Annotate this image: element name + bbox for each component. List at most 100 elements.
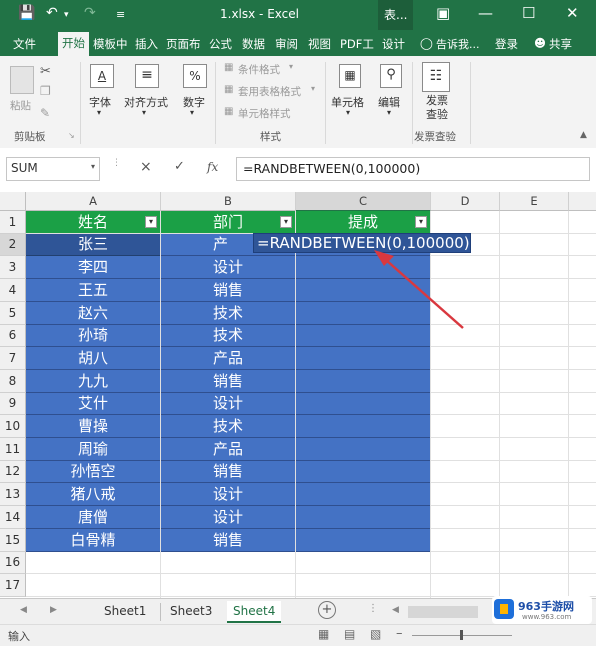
- invoice-check-button[interactable]: 发票查验: [424, 94, 450, 122]
- percent-icon[interactable]: %: [183, 64, 207, 88]
- formula-input[interactable]: =RANDBETWEEN(0,100000): [236, 157, 590, 181]
- name-cell[interactable]: 李四: [26, 256, 160, 279]
- name-cell[interactable]: 白骨精: [26, 529, 160, 552]
- share-button[interactable]: 共享: [549, 36, 572, 52]
- header-commission-cell[interactable]: 提成: [296, 211, 430, 233]
- cell-style-button[interactable]: 单元格样式: [238, 106, 291, 121]
- commission-cell[interactable]: [296, 415, 430, 438]
- login-link[interactable]: 登录: [495, 36, 518, 52]
- department-cell[interactable]: 设计: [161, 483, 295, 506]
- sheet-tab-sheet4[interactable]: Sheet4: [227, 601, 282, 623]
- tab-file[interactable]: 文件: [13, 36, 36, 52]
- save-icon[interactable]: 💾: [18, 5, 35, 21]
- ribbon-display-icon[interactable]: ▣: [436, 4, 450, 22]
- department-cell[interactable]: 产品: [161, 438, 295, 461]
- close-icon[interactable]: ✕: [566, 4, 579, 22]
- clipboard-launcher-icon[interactable]: ↘: [68, 131, 75, 140]
- name-cell[interactable]: 胡八: [26, 347, 160, 370]
- edit-dropdown-icon[interactable]: ▾: [387, 108, 391, 117]
- conditional-format-dropdown-icon[interactable]: ▾: [289, 62, 293, 71]
- tab-insert[interactable]: 插入: [135, 36, 158, 52]
- undo-dropdown-icon[interactable]: ▾: [64, 10, 69, 20]
- paste-button[interactable]: 粘贴: [10, 98, 31, 113]
- department-cell[interactable]: 设计: [161, 393, 295, 415]
- conditional-format-icon[interactable]: ▦: [224, 62, 233, 73]
- row-header[interactable]: 16: [0, 552, 26, 574]
- cell-style-icon[interactable]: ▦: [224, 106, 233, 117]
- filter-dropdown-icon[interactable]: ▾: [280, 216, 292, 228]
- department-cell[interactable]: 设计: [161, 256, 295, 279]
- row-header[interactable]: 12: [0, 461, 26, 483]
- row-header[interactable]: 13: [0, 483, 26, 506]
- undo-icon[interactable]: ↶: [46, 5, 58, 21]
- name-cell[interactable]: 赵六: [26, 302, 160, 325]
- header-name-cell[interactable]: 姓名: [26, 211, 160, 233]
- name-cell[interactable]: 曹操: [26, 415, 160, 438]
- row-header[interactable]: 10: [0, 415, 26, 438]
- column-header-d[interactable]: D: [431, 192, 500, 211]
- department-cell[interactable]: 销售: [161, 279, 295, 302]
- name-cell[interactable]: 孙悟空: [26, 461, 160, 483]
- cells-icon[interactable]: ▦: [339, 64, 361, 88]
- row-header[interactable]: 6: [0, 325, 26, 347]
- commission-cell[interactable]: [296, 529, 430, 552]
- row-header[interactable]: 5: [0, 302, 26, 325]
- format-painter-icon[interactable]: ✎: [40, 106, 50, 120]
- tell-me-box[interactable]: 告诉我...: [436, 36, 480, 52]
- align-dropdown-icon[interactable]: ▾: [142, 108, 146, 117]
- font-dropdown-icon[interactable]: ▾: [97, 108, 101, 117]
- tab-home[interactable]: 开始: [58, 32, 89, 56]
- column-header-a[interactable]: A: [26, 192, 161, 211]
- zoom-slider-thumb[interactable]: [460, 630, 463, 640]
- row-header[interactable]: 4: [0, 279, 26, 302]
- name-cell[interactable]: 唐僧: [26, 506, 160, 529]
- row-header[interactable]: 14: [0, 506, 26, 529]
- name-cell[interactable]: 猪八戒: [26, 483, 160, 506]
- page-break-view-icon[interactable]: ▧: [370, 627, 381, 641]
- customize-icon[interactable]: ≡: [116, 8, 125, 21]
- enter-button[interactable]: ✓: [174, 159, 185, 174]
- filter-dropdown-icon[interactable]: ▾: [145, 216, 157, 228]
- name-cell[interactable]: 九九: [26, 370, 160, 393]
- row-header[interactable]: 17: [0, 574, 26, 597]
- commission-cell[interactable]: [296, 438, 430, 461]
- maximize-icon[interactable]: ☐: [522, 4, 535, 22]
- cells-dropdown-icon[interactable]: ▾: [346, 108, 350, 117]
- department-cell[interactable]: 产品: [161, 347, 295, 370]
- page-layout-view-icon[interactable]: ▤: [344, 627, 355, 641]
- insert-function-button[interactable]: fx: [207, 160, 218, 174]
- zoom-out-icon[interactable]: –: [396, 626, 403, 641]
- share-icon[interactable]: ☻: [534, 36, 546, 50]
- commission-cell[interactable]: [296, 370, 430, 393]
- name-cell[interactable]: 周瑜: [26, 438, 160, 461]
- paste-icon[interactable]: [10, 66, 34, 94]
- find-icon[interactable]: ⚲: [380, 64, 402, 88]
- department-cell[interactable]: 技术: [161, 415, 295, 438]
- name-cell[interactable]: 艾什: [26, 393, 160, 415]
- row-header[interactable]: 2: [0, 234, 26, 256]
- redo-icon[interactable]: ↷: [84, 5, 96, 21]
- cut-icon[interactable]: ✂: [40, 64, 51, 79]
- column-header-b[interactable]: B: [161, 192, 296, 211]
- scroll-right-icon[interactable]: ▶: [50, 605, 57, 615]
- name-box[interactable]: SUM ▾: [6, 157, 100, 181]
- name-cell[interactable]: 王五: [26, 279, 160, 302]
- column-header-c[interactable]: C: [296, 192, 431, 212]
- align-icon[interactable]: ≡: [135, 64, 159, 88]
- name-box-dropdown-icon[interactable]: ▾: [91, 162, 95, 171]
- header-department-cell[interactable]: 部门: [161, 211, 295, 233]
- table-format-dropdown-icon[interactable]: ▾: [311, 84, 315, 93]
- row-header[interactable]: 9: [0, 393, 26, 415]
- conditional-format-button[interactable]: 条件格式: [238, 62, 280, 77]
- font-icon[interactable]: A: [90, 64, 114, 88]
- name-cell[interactable]: 孙琦: [26, 325, 160, 347]
- filter-dropdown-icon[interactable]: ▾: [415, 216, 427, 228]
- row-header[interactable]: 3: [0, 256, 26, 279]
- column-header-e[interactable]: E: [500, 192, 569, 211]
- horizontal-scrollbar[interactable]: [408, 606, 478, 618]
- tab-pdf[interactable]: PDF工: [340, 36, 374, 52]
- department-cell[interactable]: 技术: [161, 302, 295, 325]
- tab-page-layout[interactable]: 页面布: [166, 36, 201, 52]
- minimize-icon[interactable]: —: [478, 4, 493, 22]
- add-sheet-button[interactable]: +: [318, 601, 336, 619]
